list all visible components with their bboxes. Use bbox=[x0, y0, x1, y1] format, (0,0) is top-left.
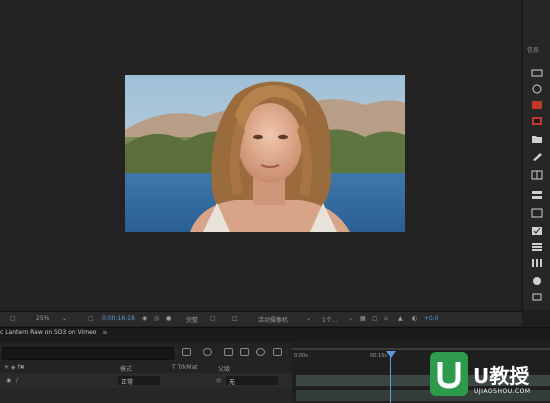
footage-image bbox=[125, 75, 405, 232]
views-chevron-icon[interactable]: ⌄ bbox=[348, 315, 353, 322]
transparency-grid-icon[interactable]: □ bbox=[232, 315, 238, 322]
stripes-icon[interactable] bbox=[531, 242, 543, 252]
playhead-line[interactable] bbox=[390, 352, 391, 403]
align-icon[interactable] bbox=[531, 68, 543, 78]
layer-parent-value: 无 bbox=[229, 379, 236, 386]
watermark-logo bbox=[430, 352, 468, 396]
columns-icon[interactable] bbox=[531, 258, 543, 268]
layer-row[interactable]: ◉ ∕ 正常 ◎ 无 bbox=[0, 373, 292, 388]
layer-visibility-icon[interactable]: ◉ bbox=[6, 377, 11, 384]
comp-flowchart-icon[interactable] bbox=[182, 348, 191, 356]
wiggler-icon[interactable] bbox=[531, 100, 543, 110]
motion-blur-icon[interactable] bbox=[256, 348, 265, 356]
layer-mode-value: 正常 bbox=[121, 379, 134, 386]
paint-icon[interactable] bbox=[531, 152, 543, 162]
layer-pen-icon[interactable]: ∕ bbox=[16, 377, 18, 384]
color-channels-icon[interactable]: ● bbox=[166, 315, 171, 322]
views-dropdown[interactable]: 1个... bbox=[322, 315, 338, 324]
viewer-toolbar: ▢ 25% ⌄ ▢ 0:00:16:18 ◉ ◎ ● 完整 ▢ □ 活动摄像机 … bbox=[0, 311, 522, 326]
layer-mode-select[interactable]: 正常 bbox=[118, 376, 160, 386]
ruler-mark: 00:15s bbox=[370, 353, 388, 359]
timeline-tab-label: c Lantern Raw on 5D3 on Vimeo bbox=[0, 329, 97, 336]
parent-pickwhip-icon[interactable]: ◎ bbox=[216, 377, 221, 384]
exposure-value[interactable]: +0.0 bbox=[424, 315, 439, 322]
playhead-handle[interactable] bbox=[386, 351, 396, 358]
layer-parent-select[interactable]: 无 bbox=[226, 376, 278, 386]
layers-icon[interactable] bbox=[531, 190, 543, 200]
watermark-u-icon bbox=[437, 362, 461, 389]
ruler-start: 0:00s bbox=[294, 353, 308, 359]
timecode[interactable]: 0:00:16:18 bbox=[102, 315, 135, 322]
watermark-brand: U教授 bbox=[473, 364, 530, 388]
column-parent: 父级 bbox=[218, 366, 231, 373]
box-icon[interactable] bbox=[531, 208, 543, 218]
column-trkmat: T TrkMat bbox=[172, 364, 198, 371]
watermark-url: UJIAOSHOU.COM bbox=[474, 388, 531, 395]
right-panel: 信息 bbox=[522, 0, 550, 310]
camera-chevron-icon[interactable]: ⌄ bbox=[306, 315, 311, 322]
camera-dropdown[interactable]: 活动摄像机 bbox=[258, 315, 288, 324]
grid-toggle-icon[interactable]: ▢ bbox=[88, 315, 94, 322]
draft-3d-icon[interactable] bbox=[203, 348, 212, 356]
grid-icon[interactable] bbox=[531, 170, 543, 180]
shy-layers-icon[interactable] bbox=[224, 348, 233, 356]
frame-blending-icon[interactable] bbox=[240, 348, 249, 356]
layer-switch-icons: ✳ ◈ f✖ bbox=[4, 364, 25, 371]
graph-editor-icon[interactable] bbox=[273, 348, 282, 356]
motion-icon[interactable] bbox=[531, 84, 543, 94]
layer-row-empty bbox=[0, 388, 292, 403]
misc-icon[interactable] bbox=[531, 292, 543, 302]
timeline-tab[interactable]: c Lantern Raw on 5D3 on Vimeo ≡ bbox=[0, 329, 107, 341]
work-area-bar[interactable] bbox=[292, 348, 550, 350]
pixel-aspect-icon[interactable]: ▫ bbox=[384, 315, 388, 322]
snapshot-icon[interactable]: ◉ bbox=[142, 315, 147, 322]
show-snapshot-icon[interactable]: ◎ bbox=[154, 315, 159, 322]
roi-icon[interactable]: ▢ bbox=[210, 315, 216, 322]
zoom-chevron-icon[interactable]: ⌄ bbox=[62, 315, 67, 322]
zoom-dropdown[interactable]: 25% bbox=[36, 315, 49, 322]
tracker-icon[interactable] bbox=[531, 116, 543, 126]
check-icon[interactable] bbox=[531, 226, 543, 236]
column-mode: 模式 bbox=[120, 366, 133, 373]
display-icon[interactable]: ▢ bbox=[10, 315, 16, 322]
timeline-search-input[interactable] bbox=[2, 347, 174, 360]
tab-menu-icon[interactable]: ≡ bbox=[102, 329, 107, 336]
exposure-icon[interactable]: ◐ bbox=[412, 315, 417, 322]
region-icon[interactable]: ▢ bbox=[372, 315, 378, 322]
folder-icon[interactable] bbox=[531, 134, 543, 144]
resolution-dropdown[interactable]: 完整 bbox=[186, 315, 198, 324]
puppet-icon[interactable] bbox=[531, 276, 543, 286]
panel-header-info: 信息 bbox=[527, 47, 540, 54]
toggle-mask-icon[interactable]: ▦ bbox=[360, 315, 366, 322]
fast-preview-icon[interactable]: ▲ bbox=[398, 315, 403, 322]
footage-frame[interactable] bbox=[125, 75, 405, 232]
